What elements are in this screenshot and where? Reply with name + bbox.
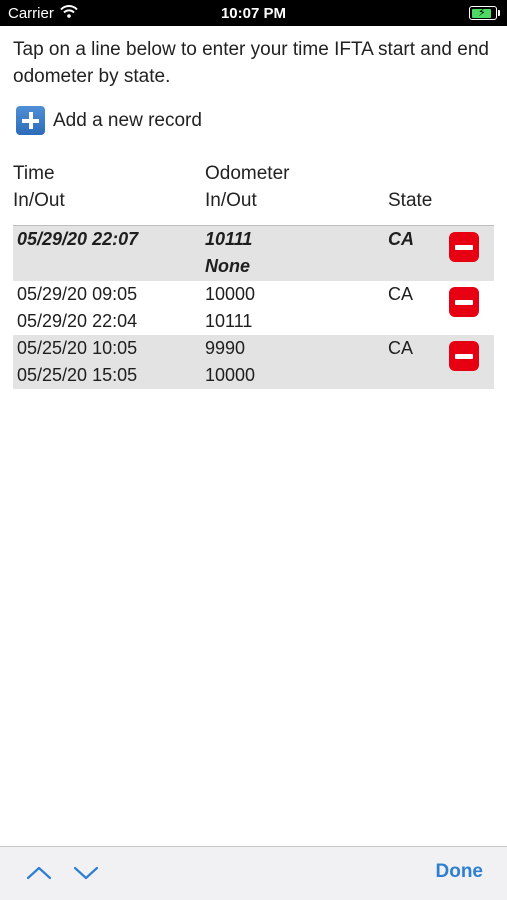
odometer-out: 10000 (205, 365, 256, 385)
time-out: 05/29/20 22:04 (17, 311, 138, 331)
instructions-text: Tap on a line below to enter your time I… (13, 39, 489, 87)
odometer-cell: 10000 10111 (205, 281, 255, 335)
time-out: 05/25/20 15:05 (17, 365, 138, 385)
odometer-in: 10000 (205, 284, 256, 304)
bottom-toolbar: Done (0, 846, 507, 900)
add-record-label[interactable]: Add a new record (53, 110, 202, 132)
time-in: 05/25/20 10:05 (17, 338, 138, 358)
table-row[interactable]: 05/29/20 22:07 10111 None CA (13, 226, 494, 281)
table-row[interactable]: 05/25/20 10:05 05/25/20 15:05 9990 10000… (13, 335, 494, 389)
clock: 10:07 PM (220, 5, 287, 22)
time-header: Time In/Out (13, 160, 65, 214)
time-header-line1: Time (13, 163, 55, 184)
odometer-header: Odometer In/Out (205, 160, 289, 214)
delete-icon[interactable] (449, 341, 479, 371)
add-record-button[interactable]: Add a new record (16, 106, 202, 135)
delete-icon[interactable] (449, 232, 479, 262)
chevron-up-icon[interactable] (25, 859, 53, 887)
table-header: Time In/Out Odometer In/Out State (0, 160, 507, 214)
state-cell: CA (388, 284, 414, 304)
records-table: 05/29/20 22:07 10111 None CA 05/29/20 09… (13, 226, 494, 389)
odometer-cell: 10111 None (205, 226, 252, 280)
time-cell: 05/29/20 09:05 05/29/20 22:04 (17, 281, 137, 335)
odometer-out: 10111 (205, 311, 253, 331)
state-cell: CA (388, 338, 414, 358)
state-header: State (388, 190, 433, 211)
done-button[interactable]: Done (436, 861, 484, 883)
chevron-down-icon[interactable] (72, 859, 100, 887)
odometer-in: 9990 (205, 338, 246, 358)
time-header-line2: In/Out (13, 190, 65, 211)
state-cell: CA (388, 229, 414, 249)
plus-icon[interactable] (16, 106, 45, 135)
status-bar: Carrier 10:07 PM ⚡ (0, 0, 507, 26)
delete-icon[interactable] (449, 287, 479, 317)
odometer-cell: 9990 10000 (205, 335, 255, 389)
time-in: 05/29/20 22:07 (17, 229, 139, 249)
odometer-in: 10111 (205, 229, 253, 249)
table-row[interactable]: 05/29/20 09:05 05/29/20 22:04 10000 1011… (13, 281, 494, 335)
time-cell: 05/29/20 22:07 (17, 226, 138, 253)
time-in: 05/29/20 09:05 (17, 284, 138, 304)
battery-icon: ⚡ (469, 6, 500, 20)
odometer-header-line2: In/Out (205, 190, 257, 211)
odometer-header-line1: Odometer (205, 163, 290, 184)
odometer-out: None (205, 256, 250, 276)
time-cell: 05/25/20 10:05 05/25/20 15:05 (17, 335, 137, 389)
